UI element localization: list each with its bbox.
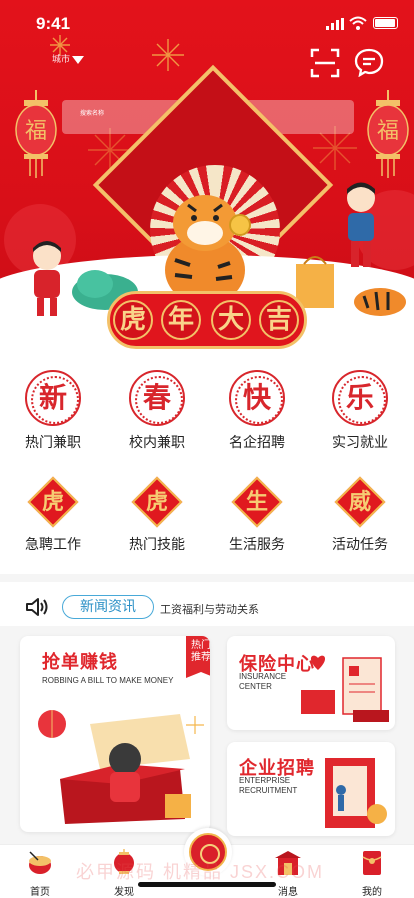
enterprise-illustration xyxy=(325,758,387,828)
grid-item-label: 生活服务 xyxy=(229,536,285,552)
seal-icon: 春 xyxy=(129,370,185,426)
tiger-year-banner: 虎 年 大 吉 xyxy=(107,291,307,350)
tiger-illustration xyxy=(165,195,251,305)
banner-char: 吉 xyxy=(259,300,299,340)
grid-item-label: 校内兼职 xyxy=(129,434,185,450)
signal-icon xyxy=(326,18,344,30)
status-bar: 9:41 xyxy=(0,0,414,46)
seal-icon: 乐 xyxy=(332,370,388,426)
tab-mine[interactable]: 我的 xyxy=(342,845,402,898)
grid-item-label: 热门技能 xyxy=(129,536,185,552)
grid-item-activity-tasks[interactable]: 威 活动任务 xyxy=(308,476,412,554)
scan-icon[interactable] xyxy=(310,48,340,78)
wifi-icon xyxy=(349,16,367,30)
dropdown-arrow-icon xyxy=(72,56,84,64)
svg-text:福: 福 xyxy=(25,119,47,144)
grid-item-hot-part-time[interactable]: 新 热门兼职 xyxy=(1,370,105,452)
small-tiger-decoration xyxy=(354,288,406,316)
hot-recommend-badge: 热门 推荐 xyxy=(186,636,210,678)
grid-item-hot-skills[interactable]: 虎 热门技能 xyxy=(105,476,209,554)
banner-char: 大 xyxy=(211,300,251,340)
grid-item-label: 活动任务 xyxy=(332,536,388,552)
child-left-illustration xyxy=(33,241,61,316)
diamond-icon: 生 xyxy=(231,476,283,528)
lantern-right-icon: 福 xyxy=(367,90,409,178)
grid-item-label: 急聘工作 xyxy=(25,536,81,552)
seal-icon: 快 xyxy=(229,370,285,426)
card-subtitle: INSURANCE CENTER xyxy=(239,672,287,691)
grid-item-famous-company[interactable]: 快 名企招聘 xyxy=(205,370,309,452)
news-bar[interactable]: 新闻资讯 工资福利与劳动关系 xyxy=(0,574,414,626)
speaker-icon xyxy=(26,598,48,616)
banner-char: 虎 xyxy=(113,300,153,340)
status-time: 9:41 xyxy=(36,14,71,33)
hero-banner: 9:41 城市 搜索名称 福 福 虎 年 大 吉 xyxy=(0,0,414,350)
card-subtitle: ENTERPRISE RECRUITMENT xyxy=(239,776,298,795)
lantern-left-icon: 福 xyxy=(15,90,57,178)
grab-orders-illustration xyxy=(38,710,204,824)
message-icon[interactable] xyxy=(354,47,384,77)
svg-text:福: 福 xyxy=(377,119,399,144)
card-title: 抢单赚钱 xyxy=(42,652,118,673)
grid-item-label: 热门兼职 xyxy=(25,434,81,450)
grid-item-label: 名企招聘 xyxy=(229,434,285,450)
grid-item-urgent-jobs[interactable]: 虎 急聘工作 xyxy=(1,476,105,554)
location-selector[interactable]: 城市 xyxy=(52,52,84,65)
seal-icon: 新 xyxy=(25,370,81,426)
battery-icon xyxy=(373,17,398,29)
tab-home[interactable]: 首页 xyxy=(10,845,70,898)
search-placeholder: 搜索名称 xyxy=(80,111,105,117)
grid-item-campus-part-time[interactable]: 春 校内兼职 xyxy=(105,370,209,452)
watermark-text: 必甲源码 机精品 JSX.COM xyxy=(76,862,325,882)
grab-orders-card[interactable]: 抢单赚钱 ROBBING A BILL TO MAKE MONEY 热门 推荐 xyxy=(20,636,210,832)
diamond-icon: 威 xyxy=(334,476,386,528)
grid-item-label: 实习就业 xyxy=(332,434,388,450)
diamond-icon: 虎 xyxy=(131,476,183,528)
grid-item-internship[interactable]: 乐 实习就业 xyxy=(308,370,412,452)
news-headline[interactable]: 工资福利与劳动关系 xyxy=(160,601,259,617)
insurance-illustration xyxy=(301,655,389,722)
grid-item-life-services[interactable]: 生 生活服务 xyxy=(205,476,309,554)
child-right-illustration xyxy=(347,182,375,267)
home-drum-icon xyxy=(29,851,51,874)
home-indicator xyxy=(138,882,276,887)
location-text: 城市 xyxy=(52,54,71,64)
card-subtitle: ROBBING A BILL TO MAKE MONEY xyxy=(42,676,174,685)
banner-char: 年 xyxy=(161,300,201,340)
news-tag: 新闻资讯 xyxy=(62,595,154,619)
diamond-icon: 虎 xyxy=(27,476,79,528)
mine-red-envelope-icon xyxy=(362,851,382,875)
enterprise-recruitment-card[interactable]: 企业招聘 ENTERPRISE RECRUITMENT xyxy=(227,742,395,836)
insurance-center-card[interactable]: 保险中心 INSURANCE CENTER xyxy=(227,636,395,730)
